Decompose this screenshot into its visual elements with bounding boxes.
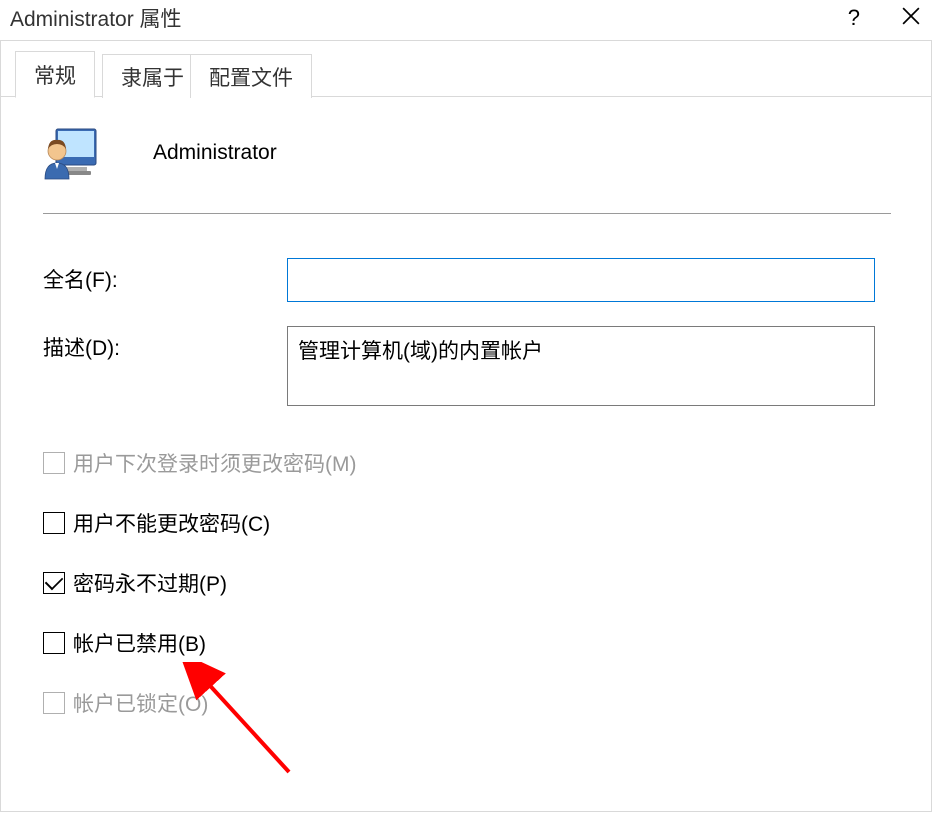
checkbox-account-locked-label: 帐户已锁定(O) [73,688,208,718]
description-row: 描述(D): 管理计算机(域)的内置帐户 [43,326,891,406]
user-display-name: Administrator [153,141,277,165]
checkbox-cannot-change-box[interactable] [43,512,65,534]
checkbox-account-disabled-label: 帐户已禁用(B) [73,628,206,658]
description-label: 描述(D): [43,326,287,362]
tab-general-label: 常规 [34,60,76,90]
separator [43,213,891,214]
checkbox-account-disabled[interactable]: 帐户已禁用(B) [43,628,891,658]
checkbox-account-locked: 帐户已锁定(O) [43,688,891,718]
checkbox-must-change-label: 用户下次登录时须更改密码(M) [73,448,356,478]
tab-memberof-label: 隶属于 [121,62,184,92]
checkbox-password-never-expires[interactable]: 密码永不过期(P) [43,568,891,598]
close-icon [902,7,920,25]
checkbox-cannot-change-label: 用户不能更改密码(C) [73,508,270,538]
fullname-row: 全名(F): [43,258,891,302]
tab-memberof[interactable]: 隶属于 [102,54,203,98]
fullname-label: 全名(F): [43,258,287,294]
close-button[interactable] [902,7,920,29]
tab-profile-label: 配置文件 [209,62,293,92]
checkbox-must-change-password: 用户下次登录时须更改密码(M) [43,448,891,478]
checkbox-must-change-box [43,452,65,474]
tab-general[interactable]: 常规 [15,51,95,98]
user-header: Administrator [43,125,891,181]
title-bar: Administrator 属性 ? [0,0,932,40]
window-title: Administrator 属性 [10,3,182,33]
checkbox-never-expires-label: 密码永不过期(P) [73,568,227,598]
user-account-icon [43,125,97,181]
tab-panel-general: Administrator 全名(F): 描述(D): 管理计算机(域)的内置帐… [1,97,931,718]
checkbox-group: 用户下次登录时须更改密码(M) 用户不能更改密码(C) 密码永不过期(P) 帐户… [43,448,891,718]
title-bar-controls: ? [848,7,920,29]
dialog-content: 常规 隶属于 配置文件 Administrator 全名(F): [0,40,932,812]
checkbox-never-expires-box[interactable] [43,572,65,594]
tab-profile[interactable]: 配置文件 [190,54,312,98]
checkbox-account-disabled-box[interactable] [43,632,65,654]
checkbox-cannot-change-password[interactable]: 用户不能更改密码(C) [43,508,891,538]
checkbox-account-locked-box [43,692,65,714]
description-input[interactable]: 管理计算机(域)的内置帐户 [287,326,875,406]
tabs-bar: 常规 隶属于 配置文件 [1,41,931,97]
fullname-input[interactable] [287,258,875,302]
help-button[interactable]: ? [848,7,860,29]
